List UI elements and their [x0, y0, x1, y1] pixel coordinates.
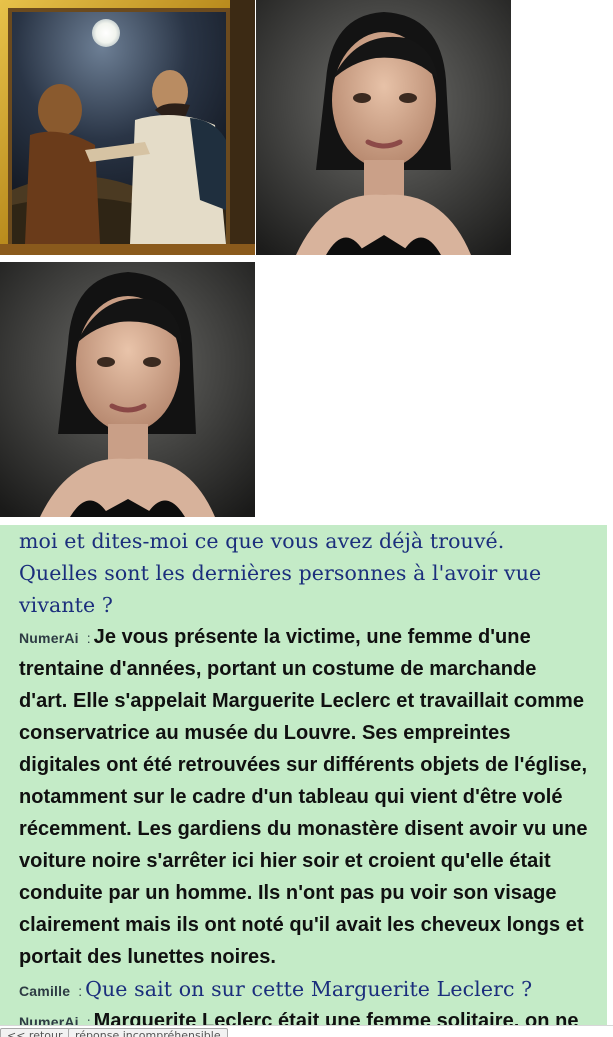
ai-message: NumerAi: Je vous présente la victime, une… — [19, 621, 589, 973]
user-message: Camille: Que sait on sur cette Marguerite… — [19, 973, 589, 1005]
bottom-bar: << retour réponse incompréhensible — [0, 1025, 613, 1037]
return-button[interactable]: << retour — [0, 1028, 70, 1037]
incomprehensible-answer-button[interactable]: réponse incompréhensible — [68, 1028, 228, 1037]
portrait-illustration-1 — [256, 0, 511, 255]
user-message-text: moi et dites-moi ce que vous avez déjà t… — [19, 529, 542, 617]
ai-message-text: Je vous présente la victime, une femme d… — [19, 626, 588, 968]
portrait-illustration-2 — [0, 262, 255, 517]
speaker-label: Camille — [19, 983, 71, 999]
ai-message-text: Marguerite Leclerc était une femme solit… — [93, 1010, 579, 1025]
painting-illustration — [0, 0, 255, 255]
chat-content: moi et dites-moi ce que vous avez déjà t… — [19, 525, 589, 1025]
page-root: moi et dites-moi ce que vous avez déjà t… — [0, 0, 613, 1037]
painting-image[interactable] — [0, 0, 255, 255]
speaker-separator: : — [86, 630, 91, 646]
speaker-separator: : — [86, 1014, 91, 1025]
portrait-image-1[interactable] — [256, 0, 511, 255]
ai-message: NumerAi: Marguerite Leclerc était une fem… — [19, 1005, 589, 1025]
chat-panel: moi et dites-moi ce que vous avez déjà t… — [0, 525, 607, 1025]
speaker-label: NumerAi — [19, 1014, 79, 1025]
user-message: moi et dites-moi ce que vous avez déjà t… — [19, 525, 589, 621]
speaker-separator: : — [78, 983, 83, 999]
user-message-text: Que sait on sur cette Marguerite Leclerc… — [85, 977, 533, 1001]
portrait-image-2[interactable] — [0, 262, 255, 517]
speaker-label: NumerAi — [19, 630, 79, 646]
